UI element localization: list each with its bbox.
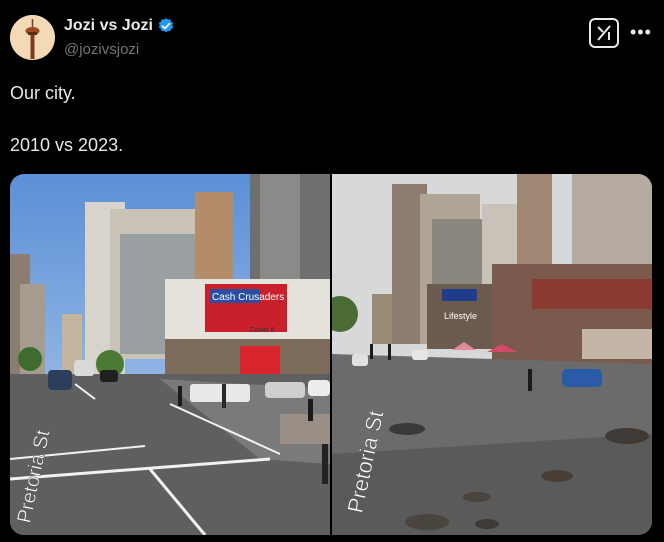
handle[interactable]: @jozivsjozi: [64, 41, 139, 58]
tweet-media[interactable]: Cash Crusaders Cover 8 Pretoria St Lifes…: [10, 174, 652, 535]
photo-2010[interactable]: Cash Crusaders Cover 8 Pretoria St: [10, 174, 330, 535]
billboard-text: Cash Crusaders: [212, 292, 284, 303]
display-name[interactable]: Jozi vs Jozi: [64, 17, 153, 35]
tweet-text: Our city. 2010 vs 2023.: [10, 83, 124, 155]
author-name-row: Jozi vs Jozi: [64, 17, 175, 35]
grok-icon: [597, 25, 611, 41]
store-sign: Lifestyle: [444, 311, 477, 321]
more-button[interactable]: •••: [630, 22, 652, 43]
photo-2023[interactable]: Lifestyle Pretoria St: [332, 174, 652, 535]
store-sign: Cover 8: [250, 327, 275, 334]
grok-button[interactable]: [589, 18, 619, 48]
avatar[interactable]: [10, 15, 55, 60]
tower-icon: [10, 15, 55, 60]
verified-badge-icon: [158, 18, 174, 33]
more-icon: •••: [630, 22, 652, 42]
